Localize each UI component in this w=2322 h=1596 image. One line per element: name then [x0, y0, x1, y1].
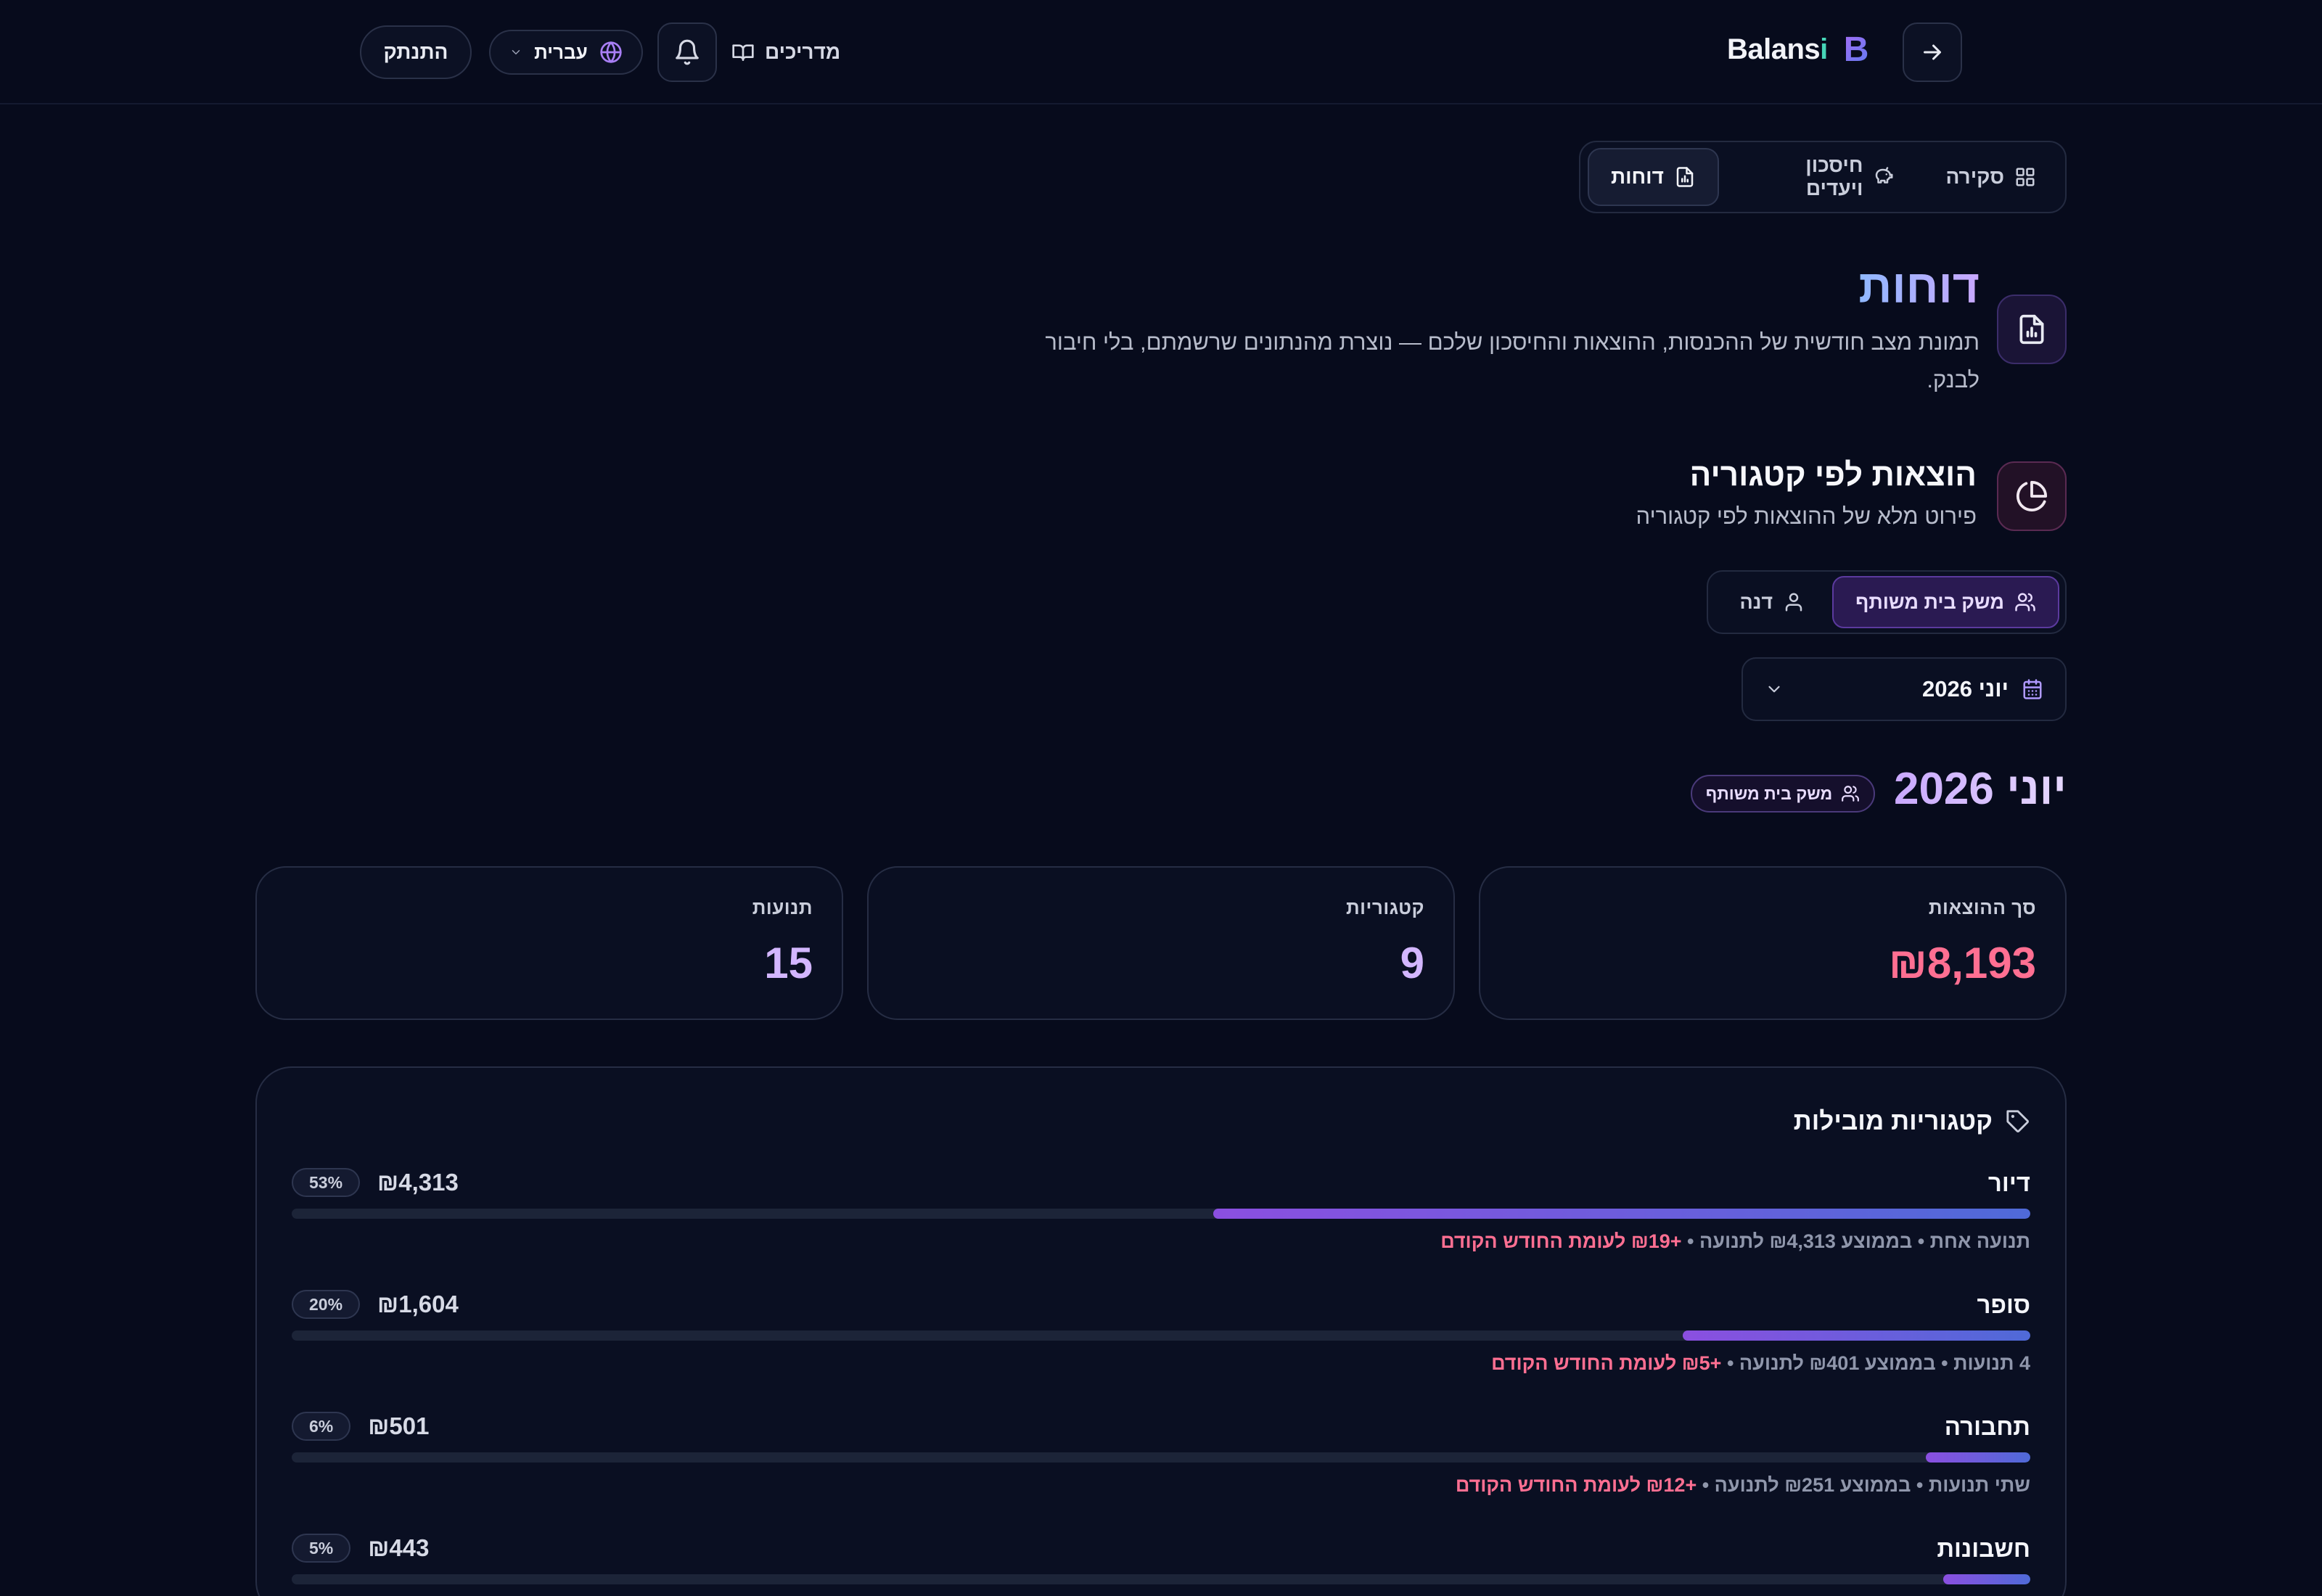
category-amount-group: 5% ₪443 [292, 1534, 429, 1563]
category-delta: +₪5 לעומת החודש הקודם [1491, 1352, 1722, 1374]
section-subtitle: פירוט מלא של ההוצאות לפי קטגוריה [1636, 503, 1977, 529]
page-title: דוחות [1858, 260, 1980, 313]
stat-label: סך ההוצאות [1928, 897, 2036, 918]
app-logo-mark: B [1843, 30, 1869, 69]
category-amount: ₪443 [368, 1534, 430, 1561]
category-amount-group: 53% ₪4,313 [292, 1168, 459, 1197]
users-icon [1841, 784, 1860, 803]
top-categories-title-label: קטגוריות מובילות [1793, 1107, 1993, 1135]
category-percent-badge: 20% [292, 1290, 361, 1319]
page-description: תמונת מצב חודשית של ההכנסות, ההוצאות והח… [1045, 329, 1980, 392]
category-progress-bar [292, 1209, 2030, 1219]
top-categories-panel: קטגוריות מובילות דיור 53% ₪4,313 תנועה א… [255, 1066, 2067, 1596]
calendar-icon [2022, 678, 2043, 700]
tab-reports-label: דוחות [1611, 165, 1664, 188]
category-name: תחבורה [1944, 1413, 2030, 1440]
main-tabs: סקירה חיסכון ויעדים דוחות [1579, 141, 2067, 213]
scope-badge-label: משק בית משותף [1705, 783, 1833, 803]
category-name: סופר [1977, 1291, 2030, 1318]
tab-overview-label: סקירה [1945, 165, 2004, 188]
category-delta: +₪19 לעומת החודש הקודם [1440, 1230, 1682, 1252]
tab-overview[interactable]: סקירה [1924, 148, 2058, 206]
category-percent-badge: 53% [292, 1168, 361, 1197]
language-label: עברית [534, 41, 588, 63]
category-progress-bar [292, 1452, 2030, 1463]
category-meta-text: תנועה אחת • בממוצע ₪4,313 לתנועה • [1681, 1230, 2030, 1252]
tab-savings[interactable]: חיסכון ויעדים [1726, 148, 1917, 206]
month-select-value: יוני 2026 [1921, 676, 2009, 702]
language-select[interactable]: עברית [489, 30, 643, 75]
guides-link[interactable]: מדריכים [731, 32, 840, 73]
stat-value: 9 [1400, 939, 1424, 987]
category-row[interactable]: תחבורה 6% ₪501 שתי תנועות • בממוצע ₪251 … [292, 1412, 2030, 1515]
globe-icon [599, 41, 623, 64]
scope-option-dana[interactable]: דנה [1718, 576, 1827, 628]
category-meta-text: 4 תנועות • בממוצע ₪401 לתנועה • [1721, 1352, 2030, 1374]
stat-label: קטגוריות [1346, 897, 1424, 918]
stat-card-total-expenses: סך ההוצאות ₪8,193 [1479, 866, 2067, 1020]
grid-icon [2014, 166, 2036, 188]
category-progress-fill [1926, 1452, 2030, 1463]
bell-icon [673, 38, 701, 66]
chevron-down-icon [1765, 680, 1784, 699]
tab-reports[interactable]: דוחות [1588, 148, 1719, 206]
category-amount-group: 6% ₪501 [292, 1412, 429, 1441]
stat-card-categories: קטגוריות 9 [867, 866, 1455, 1020]
category-progress-fill [1943, 1574, 2030, 1584]
user-icon [1783, 591, 1805, 613]
scope-toggle: משק בית משותף דנה [1707, 570, 2067, 634]
category-percent-badge: 6% [292, 1412, 351, 1441]
category-amount: ₪1,604 [377, 1291, 459, 1317]
stat-card-transactions: תנועות 15 [255, 866, 843, 1020]
category-meta: תנועה אחת • בממוצע ₪4,313 לתנועה • +₪19 … [1440, 1230, 2030, 1253]
category-progress-bar [292, 1574, 2030, 1584]
category-progress-fill [1682, 1330, 2030, 1341]
back-button[interactable] [1903, 22, 1962, 82]
top-bar: Balansi B מדריכים עברית התנתק [0, 0, 2322, 104]
category-meta: 4 תנועות • בממוצע ₪401 לתנועה • +₪5 לעומ… [1491, 1352, 2030, 1375]
top-categories-title: קטגוריות מובילות [1794, 1107, 2030, 1136]
scope-option-dana-label: דנה [1739, 591, 1773, 613]
month-select[interactable]: יוני 2026 [1742, 657, 2067, 721]
section-title: הוצאות לפי קטגוריה [1689, 457, 1977, 493]
scope-option-household-label: משק בית משותף [1855, 591, 2004, 613]
month-heading: יוני 2026 [1893, 764, 2067, 814]
scope-option-household[interactable]: משק בית משותף [1832, 576, 2059, 628]
category-percent-badge: 5% [292, 1534, 351, 1563]
category-meta-text: שתי תנועות • בממוצע ₪251 לתנועה • [1697, 1474, 2030, 1496]
stat-value: 15 [764, 939, 813, 987]
category-meta: שתי תנועות • בממוצע ₪251 לתנועה • +₪12 ל… [1456, 1474, 2030, 1497]
app-logo[interactable]: Balansi B [1727, 26, 1868, 73]
category-row[interactable]: דיור 53% ₪4,313 תנועה אחת • בממוצע ₪4,31… [292, 1168, 2030, 1271]
category-amount: ₪501 [368, 1412, 430, 1439]
stat-label: תנועות [752, 897, 813, 918]
notifications-button[interactable] [657, 22, 717, 82]
category-amount: ₪4,313 [377, 1169, 459, 1196]
category-row[interactable]: סופר 20% ₪1,604 4 תנועות • בממוצע ₪401 ל… [292, 1290, 2030, 1393]
category-delta: +₪12 לעומת החודש הקודם [1455, 1474, 1697, 1496]
piggy-bank-icon [1873, 166, 1895, 188]
category-name: חשבונות [1937, 1535, 2030, 1562]
app-name: Balansi [1727, 33, 1828, 65]
category-amount-group: 20% ₪1,604 [292, 1290, 459, 1319]
chevron-down-icon [509, 46, 522, 59]
pie-chart-icon [1997, 461, 2067, 531]
stat-value: ₪8,193 [1888, 939, 2036, 987]
guides-label: מדריכים [765, 41, 841, 63]
scope-badge: משק בית משותף [1691, 775, 1875, 813]
logout-button[interactable]: התנתק [360, 25, 472, 79]
tag-icon [2006, 1109, 2030, 1134]
report-file-icon [1997, 295, 2067, 364]
arrow-right-icon [1919, 39, 1945, 65]
tab-savings-label: חיסכון ויעדים [1805, 154, 1863, 200]
category-name: דיור [1987, 1169, 2030, 1196]
category-row[interactable]: חשבונות 5% ₪443 [292, 1534, 2030, 1596]
category-progress-bar [292, 1330, 2030, 1341]
users-icon [2014, 591, 2036, 613]
report-file-icon [1674, 166, 1696, 188]
book-icon [731, 41, 755, 64]
category-progress-fill [1213, 1209, 2030, 1219]
